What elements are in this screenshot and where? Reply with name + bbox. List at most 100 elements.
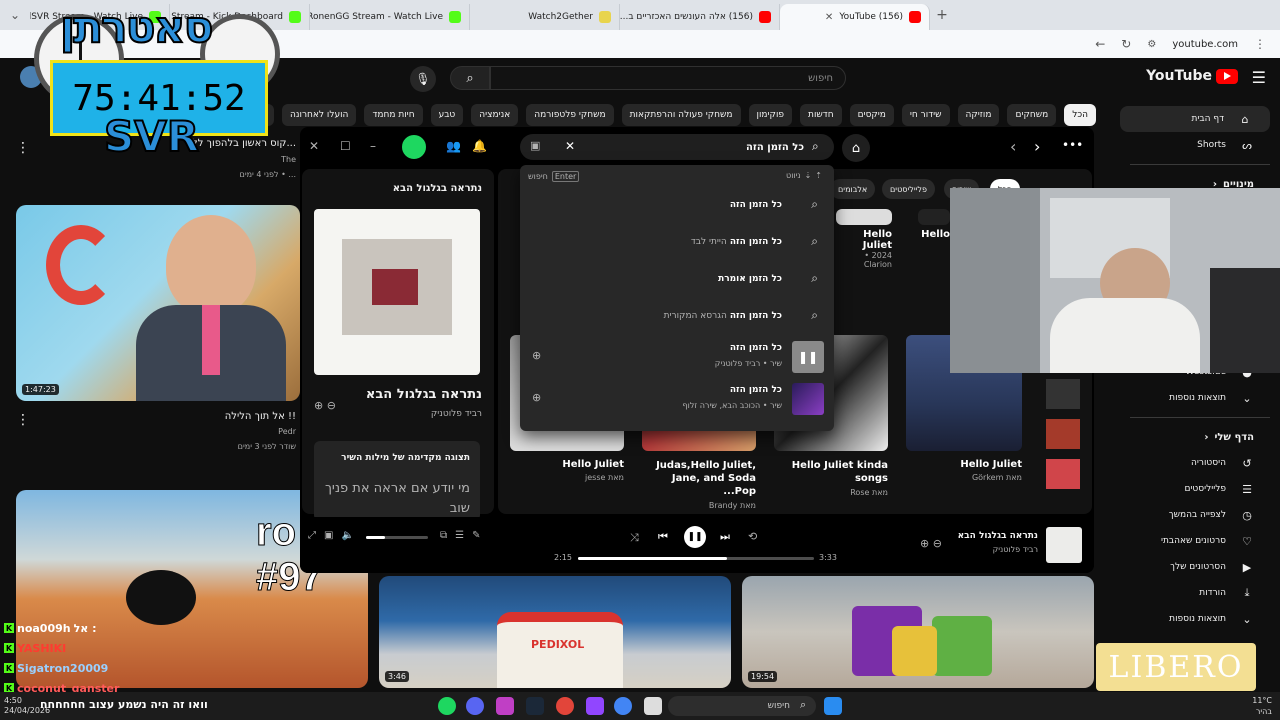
chrome-taskbar-icon[interactable] xyxy=(614,697,632,715)
back-icon[interactable]: ← xyxy=(1095,37,1105,51)
chip[interactable]: אנימציה xyxy=(471,104,519,126)
chip[interactable]: משחקים xyxy=(1007,104,1057,126)
video-title[interactable]: !! אל תוך הלילה xyxy=(60,411,296,422)
app-taskbar-icon[interactable] xyxy=(496,697,514,715)
you-header[interactable]: הדף שלי › xyxy=(1120,424,1280,450)
chip-all[interactable]: הכל xyxy=(1064,104,1096,126)
view-controls-icons[interactable]: ⤢▣🔈 xyxy=(308,530,362,541)
search-button[interactable]: ⌕ xyxy=(450,66,490,90)
sidebar-item-your-videos[interactable]: ▶ הסרטונים שלך xyxy=(1120,554,1280,580)
hamburger-icon[interactable]: ☰ xyxy=(1252,68,1266,87)
youtube-logo[interactable]: YouTube xyxy=(1146,68,1238,84)
chip[interactable]: הועלו לאחרונה xyxy=(282,104,357,126)
add-to-library-icon[interactable]: ⊕ xyxy=(532,391,541,404)
repeat-icon[interactable]: ⟲ xyxy=(748,530,757,543)
close-tab-icon[interactable]: ✕ xyxy=(825,12,833,23)
maximize-window-icon[interactable]: ☐ xyxy=(340,139,351,153)
explorer-taskbar-icon[interactable] xyxy=(644,697,662,715)
suggestion-item[interactable]: כל הזמן הזה הייתי לבד ⌕ xyxy=(520,224,834,260)
result-card[interactable]: Hello xyxy=(918,209,950,240)
chip[interactable]: חיות מחמד xyxy=(364,104,423,126)
shuffle-icon[interactable]: ⤨ xyxy=(630,531,639,545)
weather-widget[interactable]: 11°C בהיר xyxy=(1252,695,1272,717)
suggestion-track[interactable]: כל הזמן הזה שיר • הכוכב הבא, שירה זלוף ⊕ xyxy=(520,381,834,419)
suggestion-item[interactable]: כל הזמן הזה ⌕ xyxy=(520,187,834,223)
video-thumbnail-cake[interactable]: PEDIXOL 3:46 xyxy=(379,576,731,688)
back-arrow-icon[interactable]: ‹ xyxy=(1010,137,1016,156)
forward-arrow-icon[interactable]: › xyxy=(1034,137,1040,156)
add-icon[interactable]: ⊕ ⊖ xyxy=(314,399,336,412)
voice-search-button[interactable]: 🎙 xyxy=(410,66,436,92)
player-track-title[interactable]: נתראה בגלגול הבא xyxy=(958,531,1038,541)
sidebar-item-shorts[interactable]: ᔕ Shorts xyxy=(1120,132,1280,158)
friends-icon[interactable]: 👥 xyxy=(446,139,461,153)
more-menu-icon[interactable]: ••• xyxy=(1062,138,1083,152)
suggestion-item[interactable]: כל הזמן הזה הגרסא המקורית ⌕ xyxy=(520,298,834,334)
sidebar-item-playlists[interactable]: ☰ פלייליסטים xyxy=(1120,476,1280,502)
discord-taskbar-icon[interactable] xyxy=(466,697,484,715)
lyrics-card[interactable]: תצוגה מקדימה של מילות השיר מי יודע אם אר… xyxy=(314,441,480,521)
sidebar-item-more-subs[interactable]: ⌄ תוצאות נוספות xyxy=(1120,385,1280,411)
twitch-taskbar-icon[interactable] xyxy=(586,697,604,715)
chip[interactable]: מיקסים xyxy=(849,104,894,126)
tab-watch2gether[interactable]: Watch2Gether xyxy=(470,4,620,30)
now-playing-art[interactable] xyxy=(1046,527,1082,563)
volume-slider[interactable] xyxy=(366,536,428,539)
sidebar-item-liked[interactable]: ♡ סרטונים שאהבתי xyxy=(1120,528,1280,554)
suggestion-track[interactable]: ❚❚ כל הזמן הזה שיר • רביד פלוטניק ⊕ xyxy=(520,339,834,377)
windows-start-icon[interactable] xyxy=(824,697,842,715)
menu-icon[interactable]: ⋮ xyxy=(1254,37,1266,51)
sidebar-item-home[interactable]: ⌂ דף הבית xyxy=(1120,106,1270,132)
queue-lyrics-icons[interactable]: ⧉☰✎ xyxy=(440,530,488,541)
add-to-library-icon[interactable]: ⊕ xyxy=(532,349,541,362)
tab-ronengg[interactable]: RonenGG Stream - Watch Live xyxy=(310,4,470,30)
suggestion-item[interactable]: כל הזמן אומרת ⌕ xyxy=(520,261,834,297)
minimize-window-icon[interactable]: – xyxy=(370,139,376,153)
video-thumbnail[interactable]: 1:47:23 xyxy=(16,205,300,401)
chip[interactable]: פוקימון xyxy=(748,104,793,126)
filter-chip[interactable]: פלייליסטים xyxy=(882,179,935,199)
home-button[interactable]: ⌂ xyxy=(842,134,870,162)
more-options-icon[interactable]: ⋮ xyxy=(16,412,30,428)
steam-taskbar-icon[interactable] xyxy=(526,697,544,715)
video-thumbnail-suitcases[interactable]: 19:54 xyxy=(742,576,1094,688)
pause-button[interactable]: ❚❚ xyxy=(684,526,706,548)
chip[interactable]: שידור חי xyxy=(901,104,950,126)
reload-icon[interactable]: ↻ xyxy=(1121,37,1131,51)
search-input[interactable]: חיפוש xyxy=(490,66,846,90)
pause-overlay-icon[interactable]: ❚❚ xyxy=(792,341,824,373)
clear-search-icon[interactable]: ✕ xyxy=(565,139,575,153)
close-window-icon[interactable]: ✕ xyxy=(309,139,319,153)
bell-icon[interactable]: 🔔 xyxy=(472,139,487,153)
next-icon[interactable]: ⏭ xyxy=(720,530,730,544)
tab-youtube-video[interactable]: (156) אלה העונשים האכזריים ב... xyxy=(620,4,780,30)
chip[interactable]: משחקי פלטפורמה xyxy=(526,104,614,126)
site-settings-icon[interactable]: ⚙ xyxy=(1147,39,1156,50)
chip[interactable]: חדשות xyxy=(800,104,842,126)
result-card[interactable]: Hello Juliet 2024 • Clarion xyxy=(836,209,892,269)
tab-search-icon[interactable]: ⌄ xyxy=(0,2,30,28)
add-remove-icons[interactable]: ⊕ ⊖ xyxy=(920,537,942,550)
tab-youtube-home[interactable]: (156) YouTube ✕ xyxy=(780,4,930,30)
track-title[interactable]: נתראה בגלגול הבא xyxy=(366,387,482,402)
progress-track[interactable] xyxy=(578,557,814,560)
sidebar-item-history[interactable]: ↺ היסטוריה xyxy=(1120,450,1280,476)
sidebar-item-watch-later[interactable]: ◷ לצפייה בהמשך xyxy=(1120,502,1280,528)
track-artist[interactable]: רביד פלוטניק xyxy=(431,409,482,419)
more-options-icon[interactable]: ⋮ xyxy=(16,140,30,156)
new-tab-button[interactable]: + xyxy=(930,7,954,23)
url-text[interactable]: youtube.com xyxy=(1172,39,1238,50)
app-taskbar-icon[interactable] xyxy=(556,697,574,715)
taskbar-search[interactable]: חיפוש xyxy=(668,696,816,716)
sidebar-item-downloads[interactable]: ⤓ הורדות xyxy=(1120,580,1280,606)
filter-chip[interactable]: אלבומים xyxy=(830,179,876,199)
chip[interactable]: משחקי פעולה והרפתקאות xyxy=(621,104,741,126)
channel-name[interactable]: Pedr xyxy=(60,427,296,436)
profile-avatar[interactable] xyxy=(402,135,426,159)
previous-icon[interactable]: ⏮ xyxy=(658,530,668,544)
player-track-artist[interactable]: רביד פלוטניק xyxy=(993,545,1038,554)
chip[interactable]: טבע xyxy=(430,104,464,126)
spotify-taskbar-icon[interactable] xyxy=(438,697,456,715)
chip[interactable]: מוזיקה xyxy=(957,104,1000,126)
sidebar-item-more[interactable]: ⌄ תוצאות נוספות xyxy=(1120,606,1280,632)
